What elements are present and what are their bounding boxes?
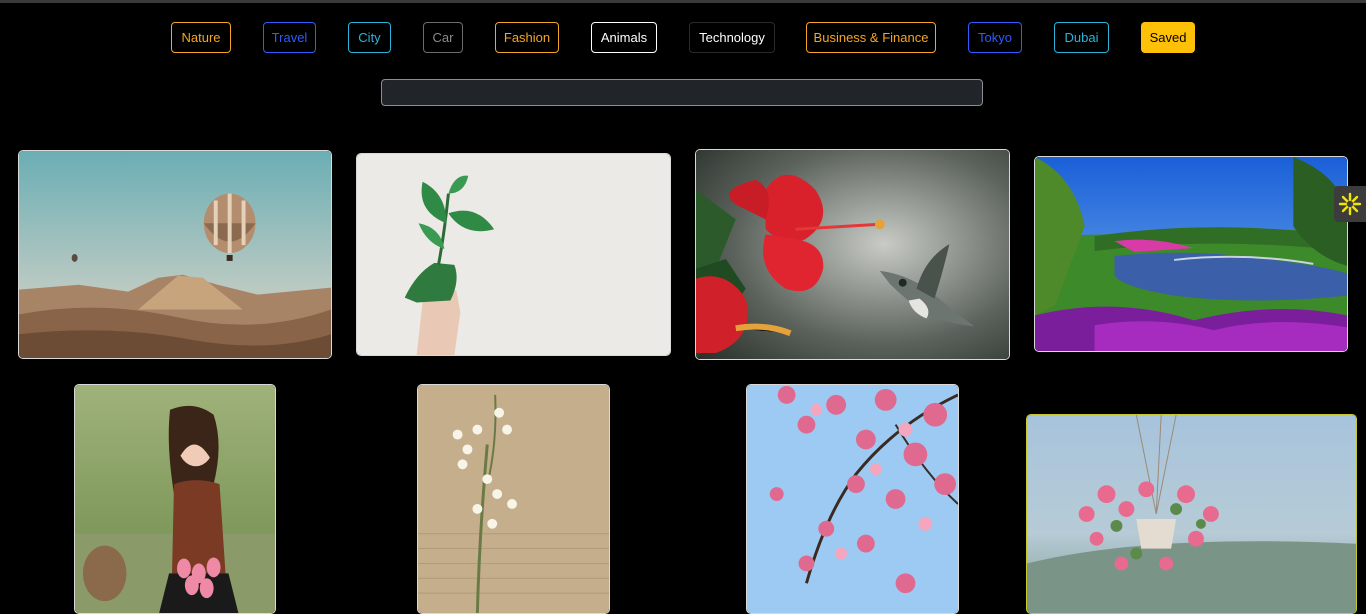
filter-dubai-button[interactable]: Dubai xyxy=(1054,22,1109,53)
plant-in-hand-photo[interactable] xyxy=(356,153,671,356)
hot-air-balloon-photo[interactable] xyxy=(18,150,332,359)
filter-travel-button[interactable]: Travel xyxy=(263,22,316,53)
lily-of-the-valley-photo[interactable] xyxy=(417,384,610,614)
cherry-blossom-photo[interactable] xyxy=(746,384,959,614)
search-input[interactable] xyxy=(381,79,983,106)
woman-with-tulips-photo[interactable] xyxy=(74,384,276,614)
asterisk-icon xyxy=(1338,192,1362,216)
filter-nature-button[interactable]: Nature xyxy=(171,22,231,53)
filter-business-finance-button[interactable]: Business & Finance xyxy=(806,22,936,53)
filter-animals-button[interactable]: Animals xyxy=(591,22,657,53)
top-border xyxy=(0,0,1366,3)
hummingbird-hibiscus-photo[interactable] xyxy=(695,149,1010,360)
filter-tokyo-button[interactable]: Tokyo xyxy=(968,22,1022,53)
filter-fashion-button[interactable]: Fashion xyxy=(495,22,559,53)
side-extension-tab[interactable] xyxy=(1334,186,1366,222)
garden-lake-photo[interactable] xyxy=(1034,156,1348,352)
category-filter-bar: Nature Travel City Car Fashion Animals T… xyxy=(0,22,1366,53)
hanging-flower-pot-photo[interactable] xyxy=(1026,414,1357,614)
saved-button[interactable]: Saved xyxy=(1141,22,1195,53)
filter-city-button[interactable]: City xyxy=(348,22,391,53)
filter-car-button[interactable]: Car xyxy=(423,22,463,53)
filter-technology-button[interactable]: Technology xyxy=(689,22,775,53)
